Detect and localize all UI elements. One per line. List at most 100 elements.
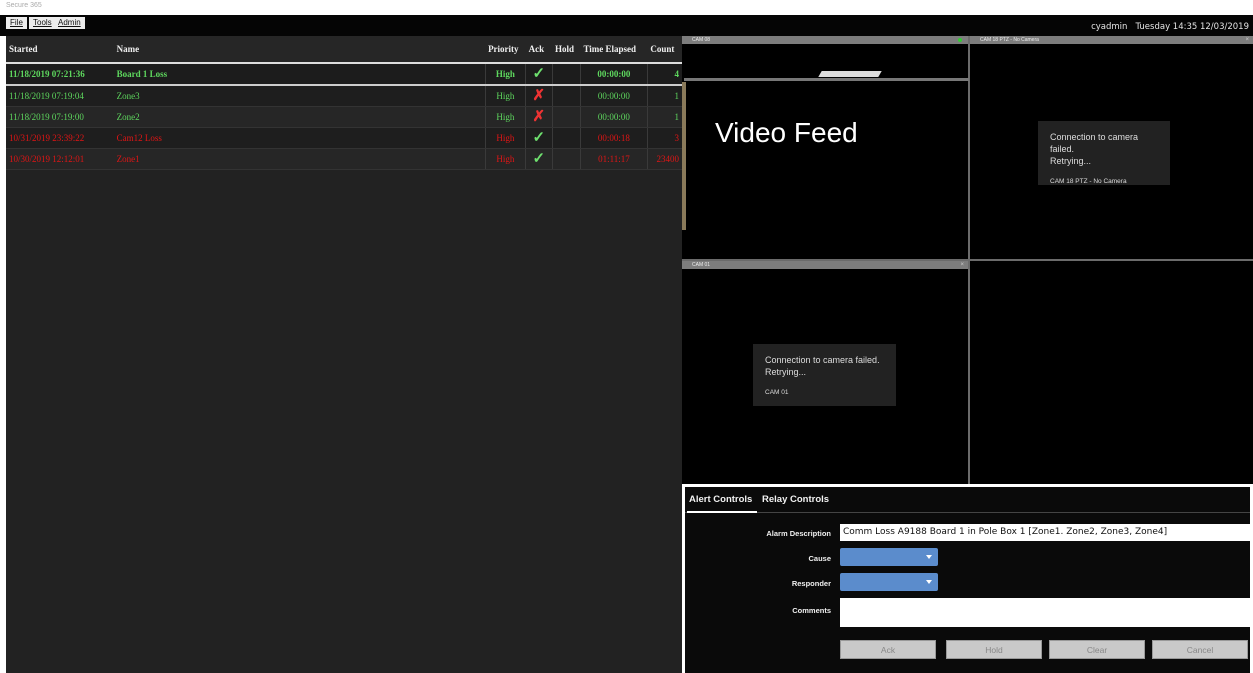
- alarm-panel: Started Name Priority Ack Hold Time Elap…: [6, 36, 682, 673]
- alarm-name: Board 1 Loss: [113, 63, 486, 86]
- alarm-started: 11/18/2019 07:19:00: [6, 106, 114, 128]
- video-grid: CAM 08 CAM 18 PTZ - No Camera × Connecti…: [682, 36, 1253, 484]
- alarm-count: 3: [646, 127, 682, 149]
- alarm-row[interactable]: 11/18/2019 07:21:36 Board 1 Loss High ✓ 00:0…: [6, 63, 682, 86]
- alarm-elapsed: 00:00:00: [579, 85, 648, 107]
- clear-button[interactable]: Clear: [1049, 640, 1145, 659]
- camera-name: CAM 01: [765, 389, 789, 396]
- error-retrying: Retrying...: [1050, 156, 1092, 166]
- alarm-priority: High: [484, 85, 526, 107]
- error-retrying: Retrying...: [765, 367, 807, 377]
- alarm-ack: ✓: [525, 127, 553, 149]
- video-artifact-line: [684, 78, 969, 81]
- camera-name: CAM 18 PTZ - No Camera: [1050, 178, 1127, 185]
- camera-error-box: Connection to camera failed. Retrying...…: [1038, 121, 1170, 185]
- alarm-row[interactable]: 11/18/2019 07:19:04 Zone3 High ✗ 00:00:00 1: [6, 85, 682, 107]
- tab-relay-controls[interactable]: Relay Controls: [762, 494, 829, 505]
- title-strip: Secure 365: [0, 0, 1253, 15]
- camera-title: CAM 01: [692, 262, 711, 268]
- alarm-ack: ✗: [525, 85, 553, 107]
- checkmark-icon[interactable]: ✓: [533, 151, 546, 167]
- comments-field[interactable]: [840, 598, 1250, 627]
- alarm-hold: [551, 106, 581, 128]
- col-ack[interactable]: Ack: [525, 36, 553, 64]
- label-cause: Cause: [808, 554, 831, 563]
- menu-bar: File Tools Admin cyadmin Tuesday 14:35 1…: [0, 15, 1253, 36]
- camera-error-box: Connection to camera failed. Retrying...…: [753, 344, 896, 406]
- alarm-elapsed: 01:11:17: [579, 148, 648, 170]
- alarm-priority: High: [484, 106, 526, 128]
- cross-icon[interactable]: ✗: [533, 88, 546, 104]
- menu-admin[interactable]: Admin: [54, 17, 85, 29]
- alarm-hold: [551, 85, 581, 107]
- alarm-row[interactable]: 11/18/2019 07:19:00 Zone2 High ✗ 00:00:00 1: [6, 106, 682, 128]
- col-started[interactable]: Started: [6, 36, 114, 64]
- tab-divider: [685, 512, 1250, 513]
- alarm-name: Zone1: [113, 148, 486, 170]
- menu-file[interactable]: File: [6, 17, 27, 29]
- alarm-row[interactable]: 10/30/2019 12:12:01 Zone1 High ✓ 01:11:17 234…: [6, 148, 682, 170]
- hold-button[interactable]: Hold: [946, 640, 1042, 659]
- error-message: Connection to camera failed.: [1050, 132, 1139, 154]
- camera-title-bar: CAM 08: [682, 36, 968, 44]
- alarm-hold: [551, 148, 581, 170]
- alarm-elapsed: 00:00:18: [579, 127, 648, 149]
- status-dot-icon: [958, 38, 962, 42]
- chevron-down-icon: [926, 555, 932, 559]
- tab-alert-controls[interactable]: Alert Controls: [689, 494, 752, 505]
- cause-dropdown[interactable]: [840, 548, 938, 566]
- alarm-description-field[interactable]: Comm Loss A9188 Board 1 in Pole Box 1 [Z…: [840, 524, 1250, 541]
- camera-title: CAM 08: [692, 37, 711, 43]
- current-datetime: Tuesday 14:35 12/03/2019: [1135, 22, 1249, 32]
- alarm-hold: [551, 63, 581, 86]
- status-info: cyadmin Tuesday 14:35 12/03/2019: [1091, 22, 1249, 32]
- chevron-down-icon: [926, 580, 932, 584]
- alarm-count: 4: [646, 63, 682, 86]
- label-responder: Responder: [791, 579, 831, 588]
- camera-tile-2[interactable]: CAM 18 PTZ - No Camera × Connection to c…: [970, 36, 1253, 259]
- alert-controls-inner: Alert Controls Relay Controls Alarm Desc…: [685, 487, 1250, 673]
- alarm-started: 10/30/2019 12:12:01: [6, 148, 114, 170]
- label-comments: Comments: [792, 606, 831, 615]
- alarm-table-header: Started Name Priority Ack Hold Time Elap…: [6, 36, 682, 64]
- close-icon[interactable]: ×: [960, 261, 964, 269]
- camera-tile-4[interactable]: [970, 261, 1253, 484]
- alarm-hold: [551, 127, 581, 149]
- checkmark-icon[interactable]: ✓: [533, 130, 546, 146]
- camera-title-bar: CAM 18 PTZ - No Camera ×: [970, 36, 1253, 44]
- cancel-button[interactable]: Cancel: [1152, 640, 1248, 659]
- close-icon[interactable]: ×: [1245, 36, 1249, 44]
- camera-title: CAM 18 PTZ - No Camera: [980, 37, 1039, 43]
- responder-dropdown[interactable]: [840, 573, 938, 591]
- alarm-count: 1: [646, 85, 682, 107]
- camera-tile-3[interactable]: CAM 01 × Connection to camera failed. Re…: [682, 261, 968, 484]
- alarm-name: Zone3: [113, 85, 486, 107]
- alarm-row[interactable]: 10/31/2019 23:39:22 Cam12 Loss High ✓ 00:00:…: [6, 127, 682, 149]
- label-alarm-description: Alarm Description: [766, 529, 831, 538]
- grid-divider-horizontal: [682, 259, 1253, 261]
- alarm-count: 23400: [646, 148, 682, 170]
- alert-controls-panel: Alert Controls Relay Controls Alarm Desc…: [682, 484, 1253, 673]
- alarm-ack: ✓: [525, 63, 553, 86]
- col-hold[interactable]: Hold: [552, 36, 581, 64]
- video-artifact-edge: [682, 82, 686, 230]
- alarm-table: Started Name Priority Ack Hold Time Elap…: [6, 36, 682, 170]
- col-name[interactable]: Name: [113, 36, 486, 64]
- alarm-name: Cam12 Loss: [113, 127, 486, 149]
- col-count[interactable]: Count: [647, 36, 682, 64]
- video-feed-label: Video Feed: [715, 117, 858, 148]
- alarm-ack: ✓: [525, 148, 553, 170]
- app-title: Secure 365: [6, 2, 42, 9]
- alarm-priority: High: [484, 127, 526, 149]
- alarm-name: Zone2: [113, 106, 486, 128]
- menu-tools[interactable]: Tools: [29, 17, 56, 29]
- active-tab-indicator: [687, 511, 757, 513]
- alarm-priority: High: [484, 148, 526, 170]
- checkmark-icon[interactable]: ✓: [533, 66, 546, 82]
- col-priority[interactable]: Priority: [485, 36, 526, 64]
- alarm-elapsed: 00:00:00: [579, 63, 648, 86]
- col-elapsed[interactable]: Time Elapsed: [580, 36, 648, 64]
- alarm-priority: High: [484, 63, 526, 86]
- cross-icon[interactable]: ✗: [533, 109, 546, 125]
- ack-button[interactable]: Ack: [840, 640, 936, 659]
